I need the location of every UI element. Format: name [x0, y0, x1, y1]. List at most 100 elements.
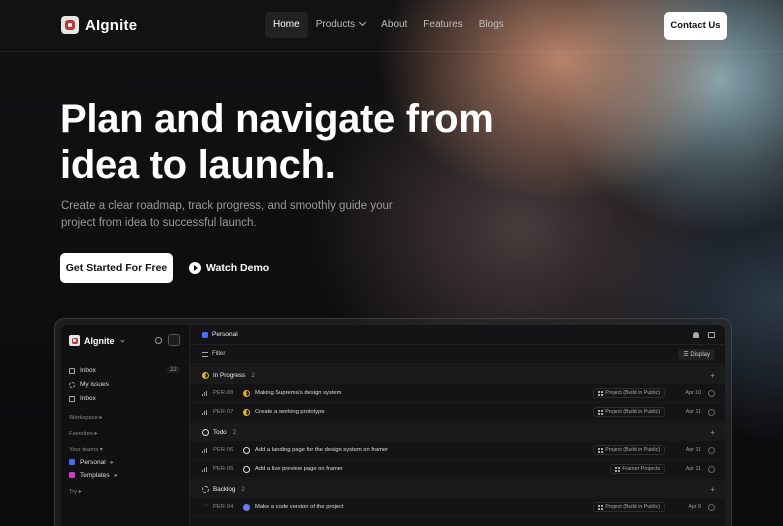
inbox-count-badge: 22 — [167, 367, 180, 373]
group-label: In Progress — [213, 371, 246, 379]
panel-title-label: Personal — [212, 331, 238, 338]
sidebar-item-personal[interactable]: Personal ▸ — [69, 458, 114, 466]
project-label: Framer Projects — [622, 466, 660, 472]
bell-icon[interactable] — [693, 332, 699, 338]
assignee-avatar[interactable] — [708, 465, 715, 473]
nav-home[interactable]: Home — [265, 12, 308, 38]
group-label: Workspace — [69, 415, 98, 421]
group-backlog[interactable]: Backlog 2 + — [190, 480, 725, 498]
app-preview: AIgnite Inbox 22 My issues Inbox Workspa… — [54, 318, 732, 526]
inbox-icon — [69, 367, 75, 374]
add-issue-icon[interactable]: + — [710, 428, 715, 437]
in-progress-icon — [243, 408, 250, 416]
get-started-button[interactable]: Get Started For Free — [60, 253, 173, 283]
assignee-avatar[interactable] — [708, 446, 715, 454]
workspace-switcher[interactable]: AIgnite — [69, 335, 125, 346]
sidebar-try-group[interactable]: Try ▸ — [69, 489, 82, 495]
issue-row[interactable]: PER-08 Making Suprema's design system Pr… — [190, 384, 725, 403]
logo-icon — [61, 16, 79, 34]
sidebar-item-inbox-2[interactable]: Inbox — [69, 395, 96, 402]
sidebar-item-my-issues[interactable]: My issues — [69, 381, 109, 388]
group-todo[interactable]: Todo 2 + — [190, 423, 725, 441]
priority-icon — [202, 466, 207, 472]
nav-products-label: Products — [315, 19, 356, 30]
team-icon — [69, 459, 75, 465]
project-tag[interactable]: Project (Build in Public) — [593, 407, 665, 417]
add-issue-icon[interactable]: + — [710, 485, 715, 494]
group-in-progress[interactable]: In Progress 2 + — [190, 366, 725, 384]
filter-label: Filter — [212, 351, 226, 357]
watch-demo-button[interactable]: Watch Demo — [189, 253, 269, 283]
project-tag[interactable]: Project (Build in Public) — [593, 388, 665, 398]
sidebar-item-label: Templates — [80, 471, 110, 479]
issue-row[interactable]: ··· PER-04 Make a code version of the pr… — [190, 498, 725, 517]
issue-row[interactable]: PER-06 Add a landing page for the design… — [190, 441, 725, 460]
brand-name: AIgnite — [85, 16, 138, 34]
project-icon — [598, 504, 604, 510]
chevron-down-icon — [119, 338, 125, 343]
priority-icon — [202, 447, 207, 453]
group-count: 2 — [232, 428, 237, 436]
add-issue-icon[interactable]: + — [710, 371, 715, 380]
issue-id: PER-05 — [213, 466, 234, 472]
sidebar-workspace-group[interactable]: Workspace ▸ — [69, 415, 102, 421]
nav-about[interactable]: About — [373, 12, 415, 38]
nav-products[interactable]: Products — [308, 12, 373, 38]
group-label: Try — [69, 489, 78, 495]
issue-title: Make a code version of the project — [255, 504, 344, 510]
filter-icon — [202, 351, 208, 357]
assignee-avatar[interactable] — [708, 503, 715, 511]
sidebar-teams-group[interactable]: Your teams ▾ — [69, 447, 103, 453]
project-icon — [598, 409, 604, 415]
display-button[interactable]: ☰ Display — [678, 349, 715, 360]
project-label: Project (Build in Public) — [605, 409, 660, 415]
sidebar-item-label: Inbox — [80, 395, 96, 402]
project-tag[interactable]: Project (Build in Public) — [593, 445, 665, 455]
filter-bar: Filter ☰ Display — [190, 345, 725, 365]
assignee-avatar[interactable] — [708, 389, 715, 397]
sidebar-favorites-group[interactable]: Favorites ▸ — [69, 431, 97, 437]
issue-row[interactable]: PER-05 Add a live preview page on framer… — [190, 460, 725, 479]
search-icon[interactable] — [155, 337, 162, 344]
group-label: Your teams — [69, 447, 99, 453]
new-issue-icon[interactable] — [168, 334, 180, 346]
filter-button[interactable]: Filter — [202, 351, 225, 357]
issue-date: Apr 8 — [688, 504, 701, 510]
group-label: Todo — [213, 428, 227, 436]
issue-title: Add a live preview page on framer — [255, 466, 343, 472]
sidebar-item-label: Personal — [80, 458, 106, 466]
issue-title: Create a working prototype — [255, 409, 325, 415]
in-progress-icon — [202, 371, 209, 379]
hero-title: Plan and navigate from idea to launch. — [60, 97, 494, 187]
backlog-icon — [202, 485, 209, 493]
issue-title: Add a landing page for the design system… — [255, 447, 389, 453]
panel-toggle-icon[interactable] — [708, 332, 715, 338]
display-label: Display — [690, 352, 710, 358]
project-tag[interactable]: Framer Projects — [610, 464, 665, 474]
sidebar-item-label: Inbox — [80, 367, 96, 374]
issue-row[interactable]: PER-07 Create a working prototype Projec… — [190, 403, 725, 422]
group-label: Backlog — [213, 485, 236, 493]
panel-header: Personal — [190, 325, 725, 345]
app-sidebar: AIgnite Inbox 22 My issues Inbox Workspa… — [61, 325, 189, 526]
sidebar-item-templates[interactable]: Templates ▸ — [69, 471, 118, 479]
check-circle-icon — [243, 503, 250, 511]
project-tag[interactable]: Project (Build in Public) — [593, 502, 665, 512]
logo-icon — [69, 335, 80, 346]
nav-links: Home Products About Features Blogs — [265, 12, 512, 38]
project-label: Project (Build in Public) — [605, 504, 660, 510]
priority-icon — [202, 409, 207, 415]
brand-logo[interactable]: AIgnite — [61, 16, 137, 34]
issue-id: PER-07 — [213, 409, 234, 415]
issue-date: Apr 11 — [685, 409, 701, 415]
sidebar-item-label: My issues — [80, 381, 109, 388]
nav-blogs[interactable]: Blogs — [471, 12, 512, 38]
team-icon — [202, 331, 208, 338]
nav-features[interactable]: Features — [415, 12, 470, 38]
project-icon — [598, 447, 604, 453]
issues-icon — [69, 381, 75, 388]
sidebar-item-inbox[interactable]: Inbox — [69, 367, 96, 374]
inbox-icon — [69, 395, 75, 402]
contact-us-button[interactable]: Contact Us — [664, 12, 727, 40]
assignee-avatar[interactable] — [708, 408, 715, 416]
